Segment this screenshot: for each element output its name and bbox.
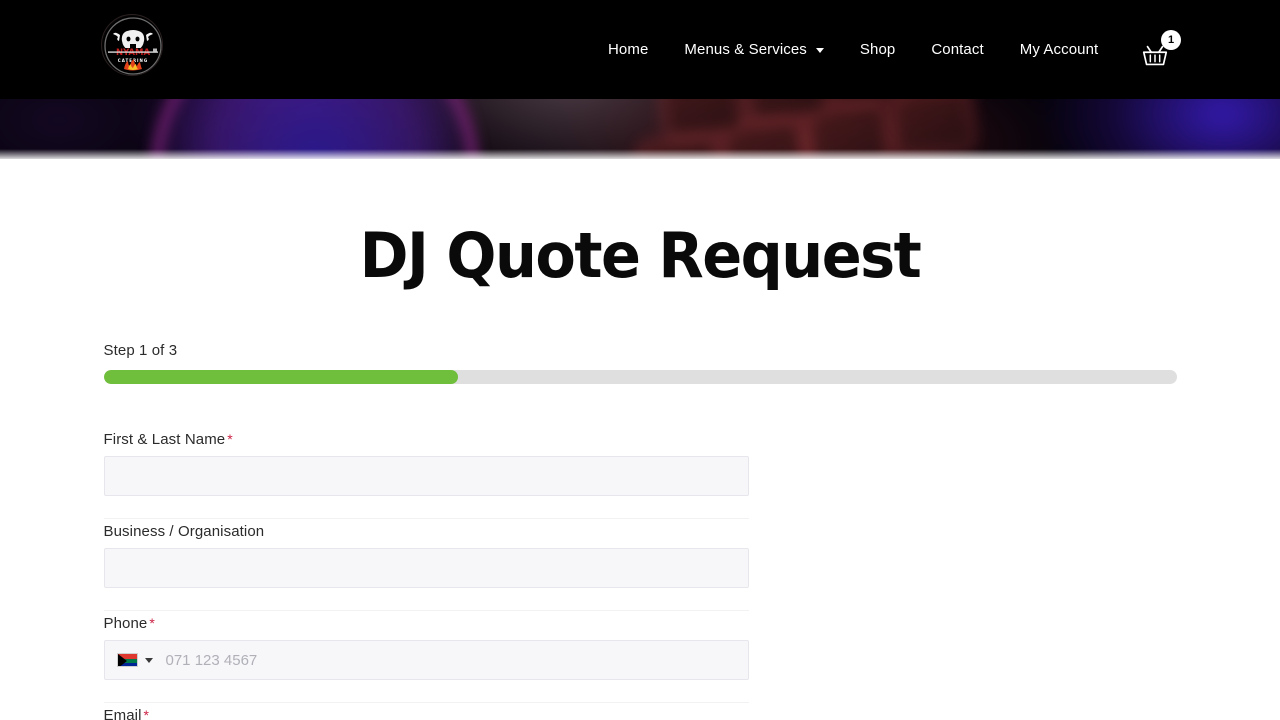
svg-text:NYAMA: NYAMA xyxy=(116,48,150,58)
field-label: Email * xyxy=(104,707,1177,720)
nav-item-contact[interactable]: Contact xyxy=(913,41,1001,58)
step-indicator-label: Step 1 of 3 xyxy=(103,342,178,359)
chevron-down-icon xyxy=(144,657,153,663)
field-email: Email * xyxy=(104,707,1177,720)
required-marker: * xyxy=(143,707,150,720)
phone-input-group xyxy=(103,640,749,680)
field-label-text: First & Last Name xyxy=(103,431,226,448)
field-label-text: Email xyxy=(103,707,142,720)
cart-button[interactable]: 1 xyxy=(1140,30,1188,74)
nav-item-label: My Account xyxy=(1019,41,1099,58)
field-first-and-last-name: First & Last Name * xyxy=(103,431,1177,496)
south-africa-flag-icon xyxy=(116,653,138,667)
field-phone: Phone * xyxy=(103,615,1177,680)
phone-input[interactable] xyxy=(161,641,748,679)
field-label: Phone * xyxy=(104,615,1177,632)
logo-artwork: NYAMA CATERING xyxy=(103,16,162,75)
required-marker: * xyxy=(227,431,233,447)
field-divider xyxy=(103,518,749,519)
nav-item-label: Shop xyxy=(859,41,896,58)
nav-item-label: Contact xyxy=(931,41,984,58)
progress-bar xyxy=(103,370,1177,384)
field-divider xyxy=(103,702,749,703)
nav-item-home[interactable]: Home xyxy=(590,41,666,58)
quote-request-form: Step 1 of 3 First & Last Name * Business … xyxy=(103,342,1177,720)
main-navigation: Home Menus & Services Shop Contact My Ac… xyxy=(590,0,1116,99)
country-code-select[interactable] xyxy=(105,641,162,679)
nav-item-my-account[interactable]: My Account xyxy=(1002,41,1117,58)
page-title: DJ Quote Request xyxy=(359,219,922,292)
chevron-down-icon xyxy=(815,48,824,53)
hero-bottom-fade xyxy=(0,149,1280,159)
hero-banner xyxy=(0,99,1280,159)
field-divider xyxy=(103,610,749,611)
nav-item-label: Menus & Services xyxy=(684,41,807,58)
field-label-text: Business / Organisation xyxy=(103,523,265,540)
business-input[interactable] xyxy=(103,548,749,588)
field-label: Business / Organisation xyxy=(104,523,1177,540)
progress-bar-fill xyxy=(103,370,458,384)
cart-count-badge: 1 xyxy=(1161,30,1181,50)
name-input[interactable] xyxy=(103,456,749,496)
required-marker: * xyxy=(149,615,155,631)
field-business-organisation: Business / Organisation xyxy=(103,523,1177,588)
nyama-catering-logo[interactable]: NYAMA CATERING xyxy=(101,14,163,76)
site-header: NYAMA CATERING Home Menus & Services Sho… xyxy=(0,0,1280,99)
nav-item-shop[interactable]: Shop xyxy=(842,41,913,58)
nav-item-menus-and-services[interactable]: Menus & Services xyxy=(666,41,841,58)
field-label-text: Phone xyxy=(103,615,148,632)
page-body: DJ Quote Request Step 1 of 3 First & Las… xyxy=(0,225,1280,720)
nav-item-label: Home xyxy=(608,41,649,58)
field-label: First & Last Name * xyxy=(104,431,1177,448)
